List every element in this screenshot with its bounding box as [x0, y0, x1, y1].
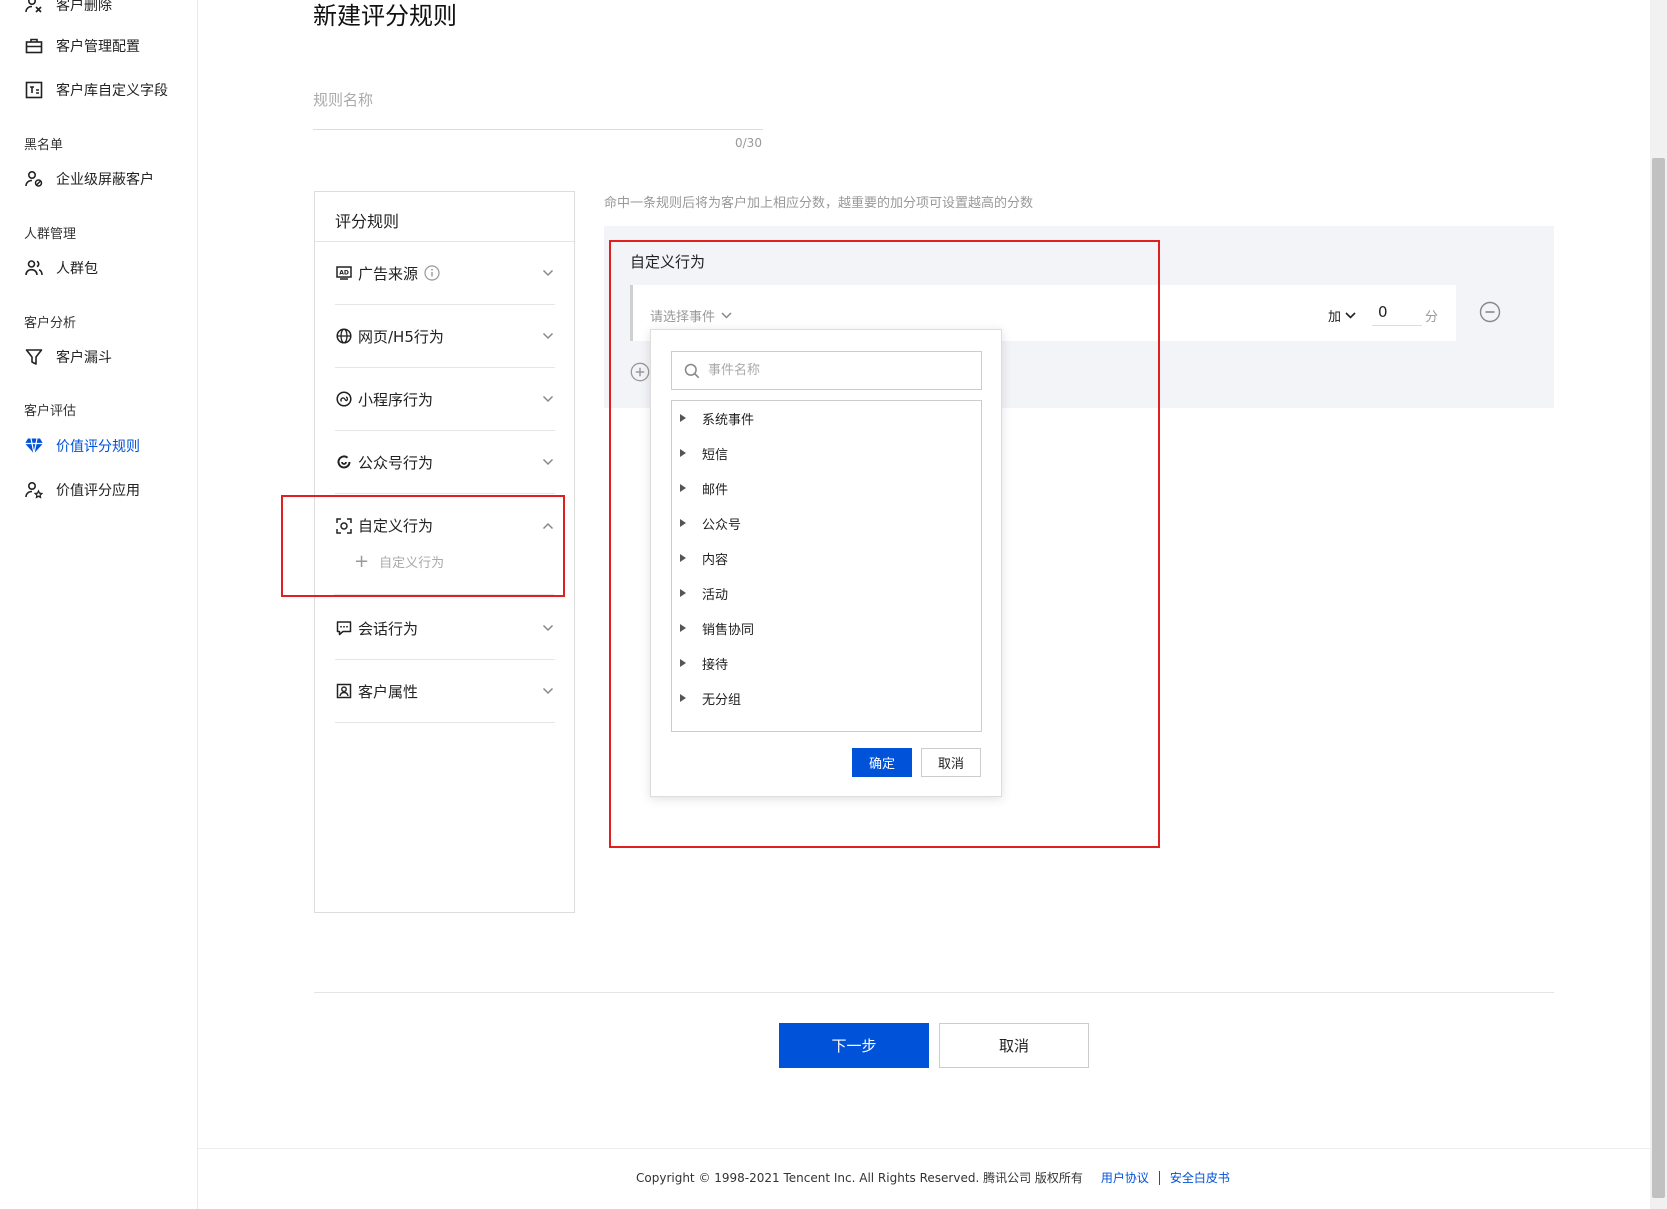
briefcase-icon	[24, 36, 44, 56]
custom-field-icon	[24, 80, 44, 100]
sidebar-item-funnel[interactable]: 客户漏斗	[24, 346, 112, 368]
copyright-text: Copyright © 1998-2021 Tencent Inc. All R…	[636, 1171, 1083, 1185]
sidebar-item-label: 客户漏斗	[56, 350, 112, 366]
profile-icon	[335, 682, 353, 700]
category-label: 网页/H5行为	[358, 327, 444, 346]
sidebar-item-label: 价值评分应用	[56, 483, 140, 499]
users-icon	[24, 258, 44, 278]
sidebar-group-blacklist: 黑名单	[24, 138, 64, 153]
category-label: 公众号行为	[358, 453, 434, 472]
page-title: 新建评分规则	[313, 2, 457, 30]
chevron-down-icon	[541, 392, 555, 406]
chat-icon	[335, 619, 353, 637]
highlight-box-editor	[609, 240, 1160, 848]
sidebar-item-value-score-app[interactable]: 价值评分应用	[24, 479, 140, 501]
highlight-box-category	[281, 495, 565, 597]
user-agreement-link[interactable]: 用户协议	[1101, 1169, 1149, 1186]
category-miniprogram[interactable]: 小程序行为	[335, 368, 555, 431]
user-score-icon	[24, 480, 44, 500]
sidebar-item-label: 客户管理配置	[56, 39, 140, 55]
sidebar-item-value-score-rule[interactable]: 价值评分规则	[24, 435, 140, 457]
category-chat[interactable]: 会话行为	[335, 597, 555, 660]
diamond-icon	[24, 436, 44, 456]
security-whitepaper-link[interactable]: 安全白皮书	[1170, 1169, 1230, 1186]
category-web-h5[interactable]: 网页/H5行为	[335, 305, 555, 368]
sidebar-item-label: 客户删除	[56, 0, 112, 14]
cancel-button[interactable]: 取消	[939, 1023, 1089, 1068]
category-label: 会话行为	[358, 619, 419, 638]
sidebar-item-label: 价值评分规则	[56, 439, 140, 455]
operator-value: 加	[1328, 310, 1342, 325]
ad-icon: AD	[335, 264, 353, 282]
divider	[314, 992, 1554, 993]
category-official-account[interactable]: 公众号行为	[335, 431, 555, 494]
funnel-icon	[24, 347, 44, 367]
sidebar-item-customer-config[interactable]: 客户管理配置	[24, 35, 140, 57]
sidebar-item-audience-pack[interactable]: 人群包	[24, 257, 98, 279]
sidebar-item-label: 人群包	[56, 261, 98, 277]
sidebar-item-customer-delete[interactable]: 客户删除	[24, 0, 112, 16]
chevron-down-icon	[541, 455, 555, 469]
sidebar-item-label: 客户库自定义字段	[56, 83, 168, 99]
category-label: 小程序行为	[358, 390, 434, 409]
name-counter: 0/30	[735, 136, 762, 150]
chevron-down-icon	[1345, 312, 1356, 319]
globe-icon	[335, 327, 353, 345]
category-customer-attribute[interactable]: 客户属性	[335, 660, 555, 723]
sidebar: 客户删除 客户管理配置 客户库自定义字段 黑名单 企业级屏蔽客户 人群管理 人群…	[0, 0, 198, 1209]
sidebar-group-evaluation: 客户评估	[24, 404, 77, 419]
chevron-down-icon	[541, 266, 555, 280]
score-unit: 分	[1425, 310, 1439, 325]
chevron-down-icon	[541, 329, 555, 343]
rule-hint: 命中一条规则后将为客户加上相应分数，越重要的加分项可设置越高的分数	[604, 196, 1034, 211]
svg-text:AD: AD	[339, 270, 349, 277]
rule-name-input[interactable]	[313, 70, 763, 130]
miniprogram-icon	[335, 390, 353, 408]
user-block-icon	[24, 169, 44, 189]
footer: Copyright © 1998-2021 Tencent Inc. All R…	[636, 1169, 1230, 1186]
chevron-down-icon	[541, 621, 555, 635]
next-step-button[interactable]: 下一步	[779, 1023, 929, 1068]
remove-rule-icon[interactable]	[1479, 301, 1501, 323]
scrollbar-thumb[interactable]	[1652, 158, 1665, 1198]
info-icon[interactable]	[424, 265, 440, 281]
sidebar-item-custom-field[interactable]: 客户库自定义字段	[24, 79, 168, 101]
sidebar-group-audience: 人群管理	[24, 227, 77, 242]
sidebar-item-enterprise-block[interactable]: 企业级屏蔽客户	[24, 168, 154, 190]
user-remove-icon	[24, 0, 44, 15]
category-label: 客户属性	[358, 682, 419, 701]
rule-panel-title: 评分规则	[335, 212, 400, 231]
divider	[198, 1148, 1650, 1149]
sidebar-group-analysis: 客户分析	[24, 316, 77, 331]
sidebar-item-label: 企业级屏蔽客户	[56, 172, 154, 188]
footer-divider	[1158, 1170, 1160, 1185]
score-input[interactable]	[1372, 298, 1422, 326]
category-ad-source[interactable]: AD 广告来源	[335, 242, 555, 305]
category-label: 广告来源	[358, 264, 419, 283]
operator-select[interactable]: 加	[1328, 306, 1356, 325]
chevron-down-icon	[541, 684, 555, 698]
official-account-icon	[335, 453, 353, 471]
